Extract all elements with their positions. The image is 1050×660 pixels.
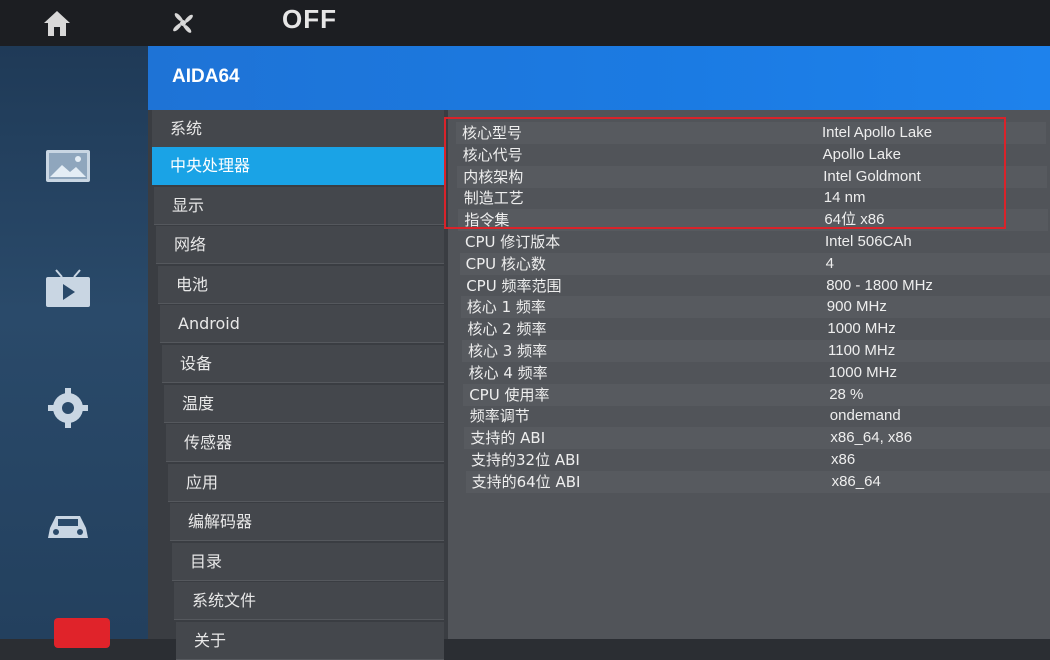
app-title: AIDA64: [172, 66, 240, 87]
info-row: CPU 核心数 4: [459, 252, 1050, 275]
fan-icon[interactable]: [166, 6, 200, 40]
info-row: CPU 频率范围 800 - 1800 MHz: [460, 275, 1050, 297]
app-header: AIDA64: [148, 46, 1050, 110]
home-icon[interactable]: [40, 6, 74, 40]
info-key: CPU 频率范围: [466, 276, 562, 295]
highlight-box: [444, 117, 1006, 229]
nav-item[interactable]: 系统文件: [174, 582, 444, 620]
info-key: CPU 修订版本: [465, 233, 561, 251]
info-row: 核心 4 频率 1000 MHz: [463, 362, 1050, 384]
info-row: 频率调节 ondemand: [464, 405, 1050, 427]
info-value: 28 %: [829, 385, 864, 403]
nav-item[interactable]: 设备: [162, 345, 444, 383]
nav-item[interactable]: 目录: [172, 543, 444, 581]
info-key: 核心 3 频率: [468, 342, 548, 360]
info-value: x86_64, x86: [830, 429, 913, 447]
nav-item[interactable]: 关于: [176, 622, 444, 660]
nav-item[interactable]: 中央处理器: [152, 147, 444, 185]
info-row: CPU 使用率 28 %: [463, 383, 1050, 406]
info-key: 支持的 ABI: [470, 429, 546, 448]
info-row: 核心 1 频率 900 MHz: [460, 296, 1050, 319]
info-row: CPU 修订版本 Intel 506CAh: [459, 231, 1049, 253]
info-key: 支持的32位 ABI: [471, 451, 580, 469]
info-value: Intel 506CAh: [825, 233, 912, 250]
info-value: 4: [825, 254, 834, 272]
info-value: 800 - 1800 MHz: [826, 276, 933, 294]
nav-item[interactable]: Android: [160, 305, 444, 343]
nav-item[interactable]: 编解码器: [170, 503, 444, 541]
info-key: CPU 使用率: [469, 385, 550, 404]
fan-status-label[interactable]: OFF: [282, 4, 337, 35]
info-key: 核心 2 频率: [467, 320, 547, 339]
left-rail: [0, 46, 148, 648]
car-icon[interactable]: [42, 506, 94, 546]
gallery-icon[interactable]: [42, 146, 94, 186]
info-key: 核心 1 频率: [466, 298, 546, 317]
nav-item[interactable]: 网络: [156, 226, 444, 264]
top-status-bar: OFF: [0, 0, 1050, 46]
info-key: 核心 4 频率: [468, 363, 548, 382]
info-row: 核心 2 频率 1000 MHz: [461, 318, 1050, 340]
info-value: 900 MHz: [826, 298, 887, 316]
category-nav: 系统 中央处理器 显示 网络 电池 Android 设备 温度 传感器 应用 编解码器 目录 系统文件关…: [148, 110, 448, 660]
info-row: 支持的64位 ABI x86_64: [465, 470, 1050, 493]
info-key: CPU 核心数: [465, 254, 546, 273]
info-row: 支持的 ABI x86_64, x86: [464, 427, 1050, 450]
info-value: 1100 MHz: [828, 342, 896, 359]
nav-item[interactable]: 应用: [168, 464, 444, 502]
info-value: ondemand: [829, 407, 901, 425]
app-64-icon[interactable]: [54, 618, 110, 648]
nav-item[interactable]: 温度: [164, 385, 444, 423]
nav-item[interactable]: 显示: [154, 187, 444, 225]
info-value: 1000 MHz: [827, 320, 896, 338]
nav-item[interactable]: 系统: [152, 110, 444, 148]
info-row: 核心 3 频率 1100 MHz: [462, 340, 1050, 362]
nav-item[interactable]: 电池: [158, 266, 444, 304]
info-key: 支持的64位 ABI: [471, 472, 581, 491]
info-value: x86: [831, 451, 856, 468]
info-value: 1000 MHz: [828, 363, 897, 381]
video-icon[interactable]: [42, 268, 94, 308]
nav-item[interactable]: 传感器: [166, 424, 444, 462]
info-row: 支持的32位 ABI x86: [465, 449, 1050, 471]
info-value: x86_64: [831, 472, 881, 490]
info-key: 频率调节: [469, 407, 530, 426]
settings-icon[interactable]: [42, 386, 94, 428]
